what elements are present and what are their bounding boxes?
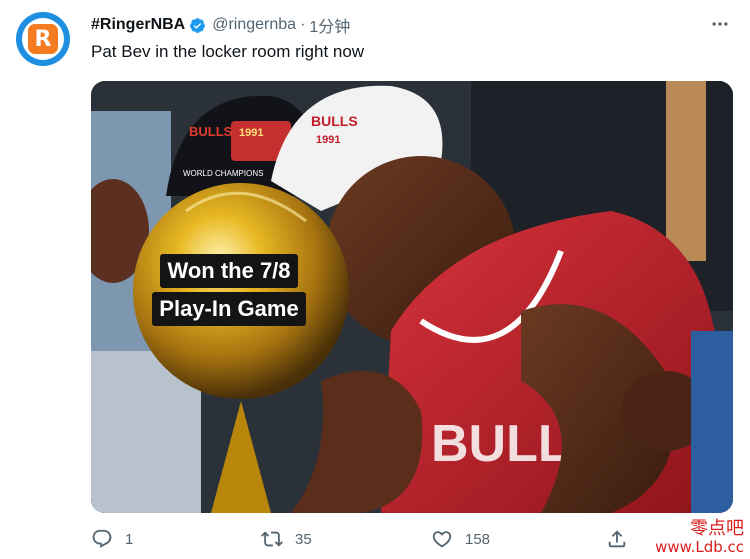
locker-wood — [666, 81, 706, 261]
meme-caption: Won the 7/8 Play-In Game — [141, 254, 317, 326]
reply-button[interactable]: 1 — [91, 528, 261, 550]
share-button[interactable] — [606, 528, 631, 550]
site-watermark: 零点吧 www.Ldb.cc — [655, 517, 744, 556]
reply-icon — [92, 529, 112, 548]
avatar[interactable]: R — [16, 12, 70, 66]
separator-dot: · — [300, 16, 306, 33]
like-button[interactable]: 158 — [431, 528, 606, 550]
ringer-logo: R — [28, 24, 58, 54]
hat-year: 1991 — [239, 127, 263, 139]
timestamp[interactable]: 1分钟 — [309, 13, 350, 37]
caption-line-2: Play-In Game — [152, 292, 306, 326]
more-options-icon[interactable] — [708, 12, 732, 36]
retweet-icon — [261, 531, 283, 547]
like-count: 158 — [465, 530, 491, 548]
tweet-photo[interactable]: BULLS 1991 WORLD CHAMPIONS BULLS 1991 BU… — [91, 81, 733, 513]
cap-text: BULLS — [311, 113, 358, 129]
caption-line-1: Won the 7/8 — [160, 254, 298, 288]
avatar-inner: R — [22, 18, 64, 60]
retweet-button[interactable]: 35 — [261, 528, 431, 550]
cap-year: 1991 — [316, 134, 340, 146]
heart-icon — [432, 531, 452, 548]
handle[interactable]: @ringernba — [212, 16, 296, 34]
reply-count: 1 — [125, 530, 134, 548]
watermark-line-1: 零点吧 — [690, 517, 744, 539]
share-icon — [608, 530, 626, 548]
hat-text: BULLS — [189, 124, 233, 139]
hat-sub: WORLD CHAMPIONS — [183, 169, 263, 178]
right-person-shirt — [691, 331, 733, 513]
tweet-text: Pat Bev in the locker room right now — [91, 42, 365, 61]
display-name[interactable]: #RingerNBA — [91, 16, 185, 34]
verified-badge-icon — [190, 17, 206, 33]
tweet-header: #RingerNBA @ringernba · 1分钟 — [91, 14, 350, 36]
retweet-count: 35 — [295, 530, 312, 548]
tweet-actions: 1 35 158 — [91, 525, 631, 553]
watermark-line-2: www.Ldb.cc — [655, 537, 744, 556]
